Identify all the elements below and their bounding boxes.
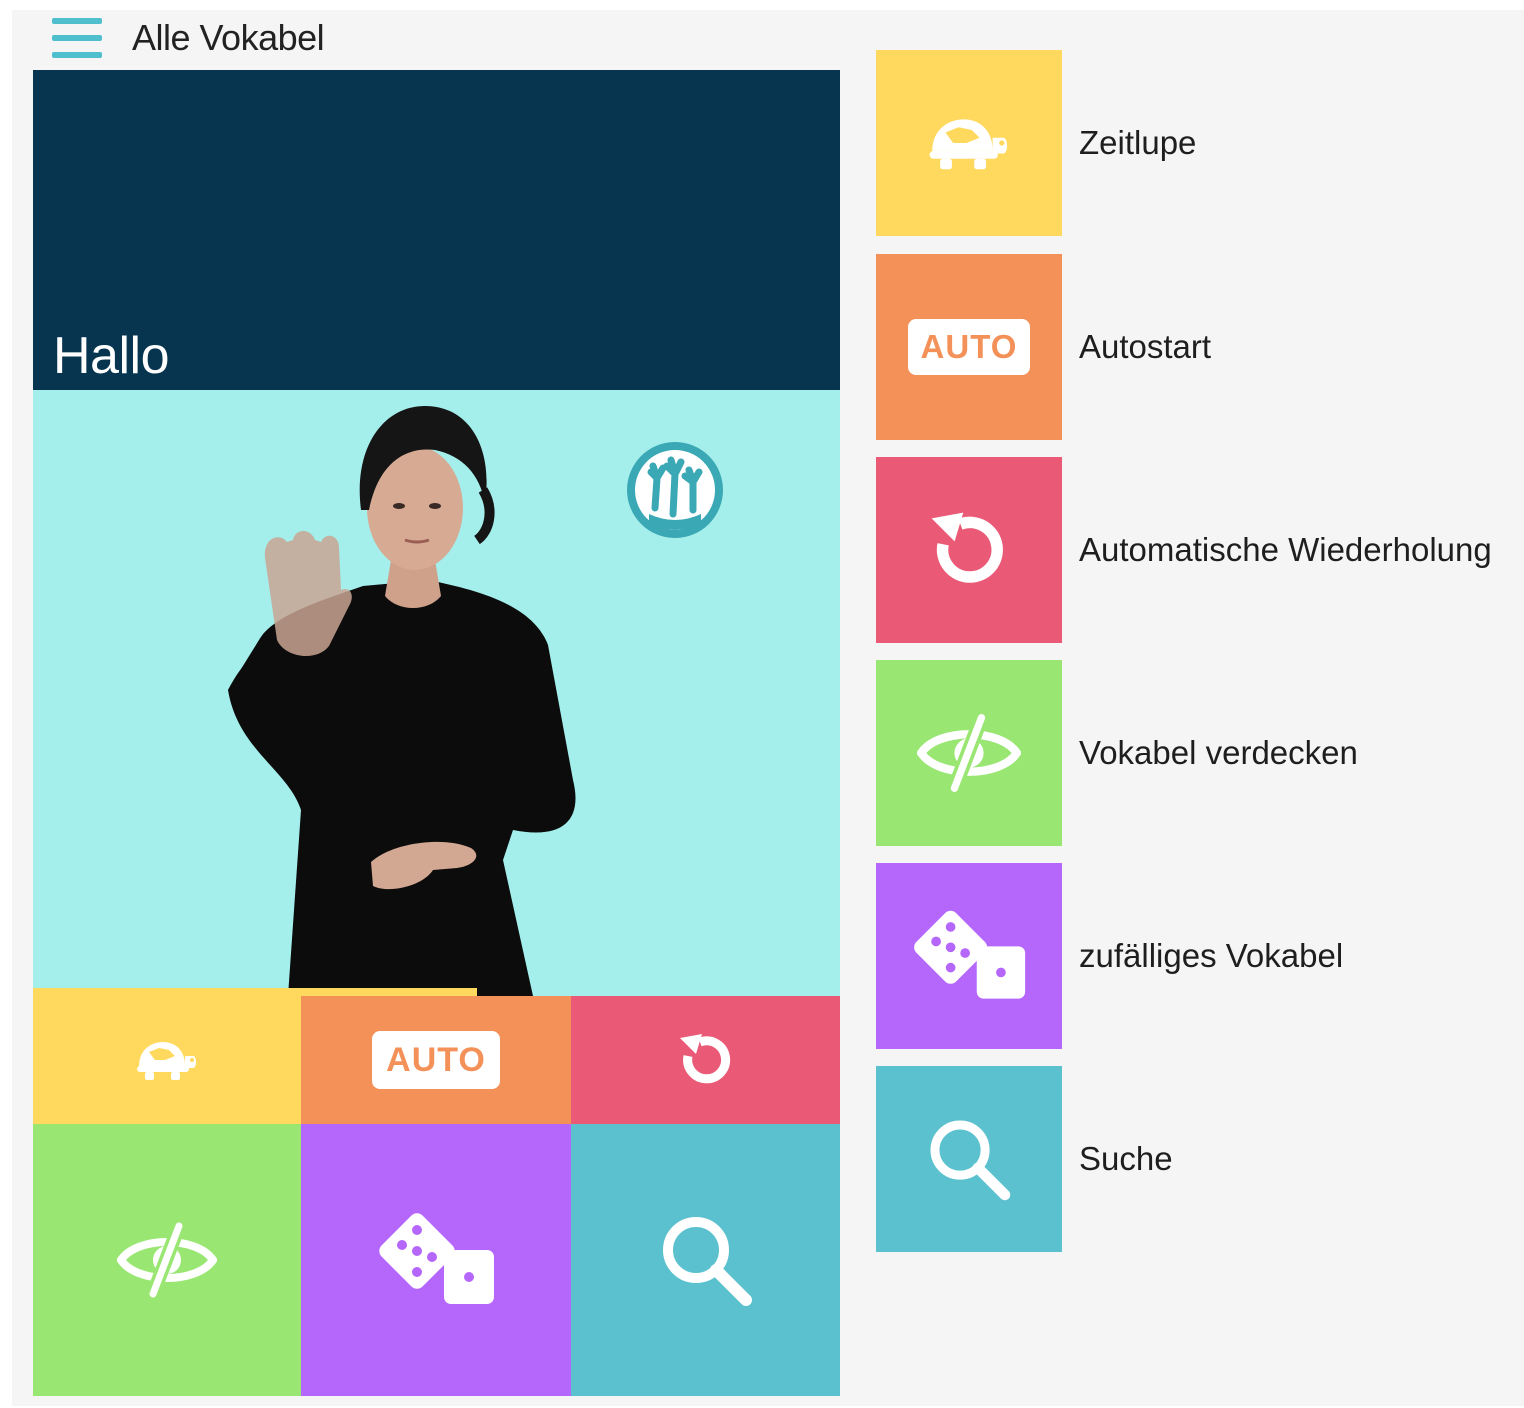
signer-figure [228,406,723,996]
hide-vocab-button[interactable] [33,1124,301,1396]
legend-item-hide-vocab[interactable]: Vokabel verdecken [876,660,1516,846]
deaf-community-logo-icon [627,442,723,538]
search-icon [662,1217,752,1306]
repeat-icon [679,1034,730,1084]
legend-tile [876,457,1062,643]
turtle-icon [929,119,1008,170]
legend-tile [876,1066,1062,1252]
legend-item-search[interactable]: Suche [876,1066,1516,1252]
legend-item-repeat[interactable]: Automatische Wiederholung [876,457,1516,643]
slow-motion-button[interactable] [33,996,301,1124]
legend-item-slow-motion[interactable]: Zeitlupe [876,50,1516,236]
legend-item-autostart[interactable]: AUTO Autostart [876,254,1516,440]
dice-icon [379,1213,494,1304]
legend-label: Suche [1079,1140,1173,1177]
repeat-icon [931,512,1003,583]
control-grid: AUTO [33,996,840,1396]
auto-icon: AUTO [372,1031,500,1089]
legend-tile [876,863,1062,1049]
dice-icon [914,910,1026,999]
legend-tile [876,50,1062,236]
legend-label: zufälliges Vokabel [1079,937,1344,974]
random-vocab-button[interactable] [301,1124,571,1396]
search-icon [930,1120,1011,1201]
autostart-button[interactable]: AUTO [301,996,571,1124]
vocab-word: Hallo [53,327,170,385]
search-button[interactable] [571,1124,840,1396]
vocab-header: Hallo [33,70,840,390]
eye-slash-icon [917,714,1021,792]
sign-video[interactable] [33,390,840,996]
eye-slash-icon [117,1222,217,1298]
legend-tile [876,660,1062,846]
legend-label: Automatische Wiederholung [1079,531,1492,568]
repeat-button[interactable] [571,996,840,1124]
hamburger-menu-icon[interactable] [52,18,104,60]
auto-icon: AUTO [908,319,1030,375]
legend-label: Zeitlupe [1079,124,1197,161]
legend-tile: AUTO [876,254,1062,440]
video-progress-bar [33,988,477,996]
turtle-icon [137,1042,196,1080]
legend-label: Vokabel verdecken [1079,734,1358,771]
page-title: Alle Vokabel [132,17,325,58]
legend-item-random-vocab[interactable]: zufälliges Vokabel [876,863,1516,1049]
legend-label: Autostart [1079,328,1212,365]
